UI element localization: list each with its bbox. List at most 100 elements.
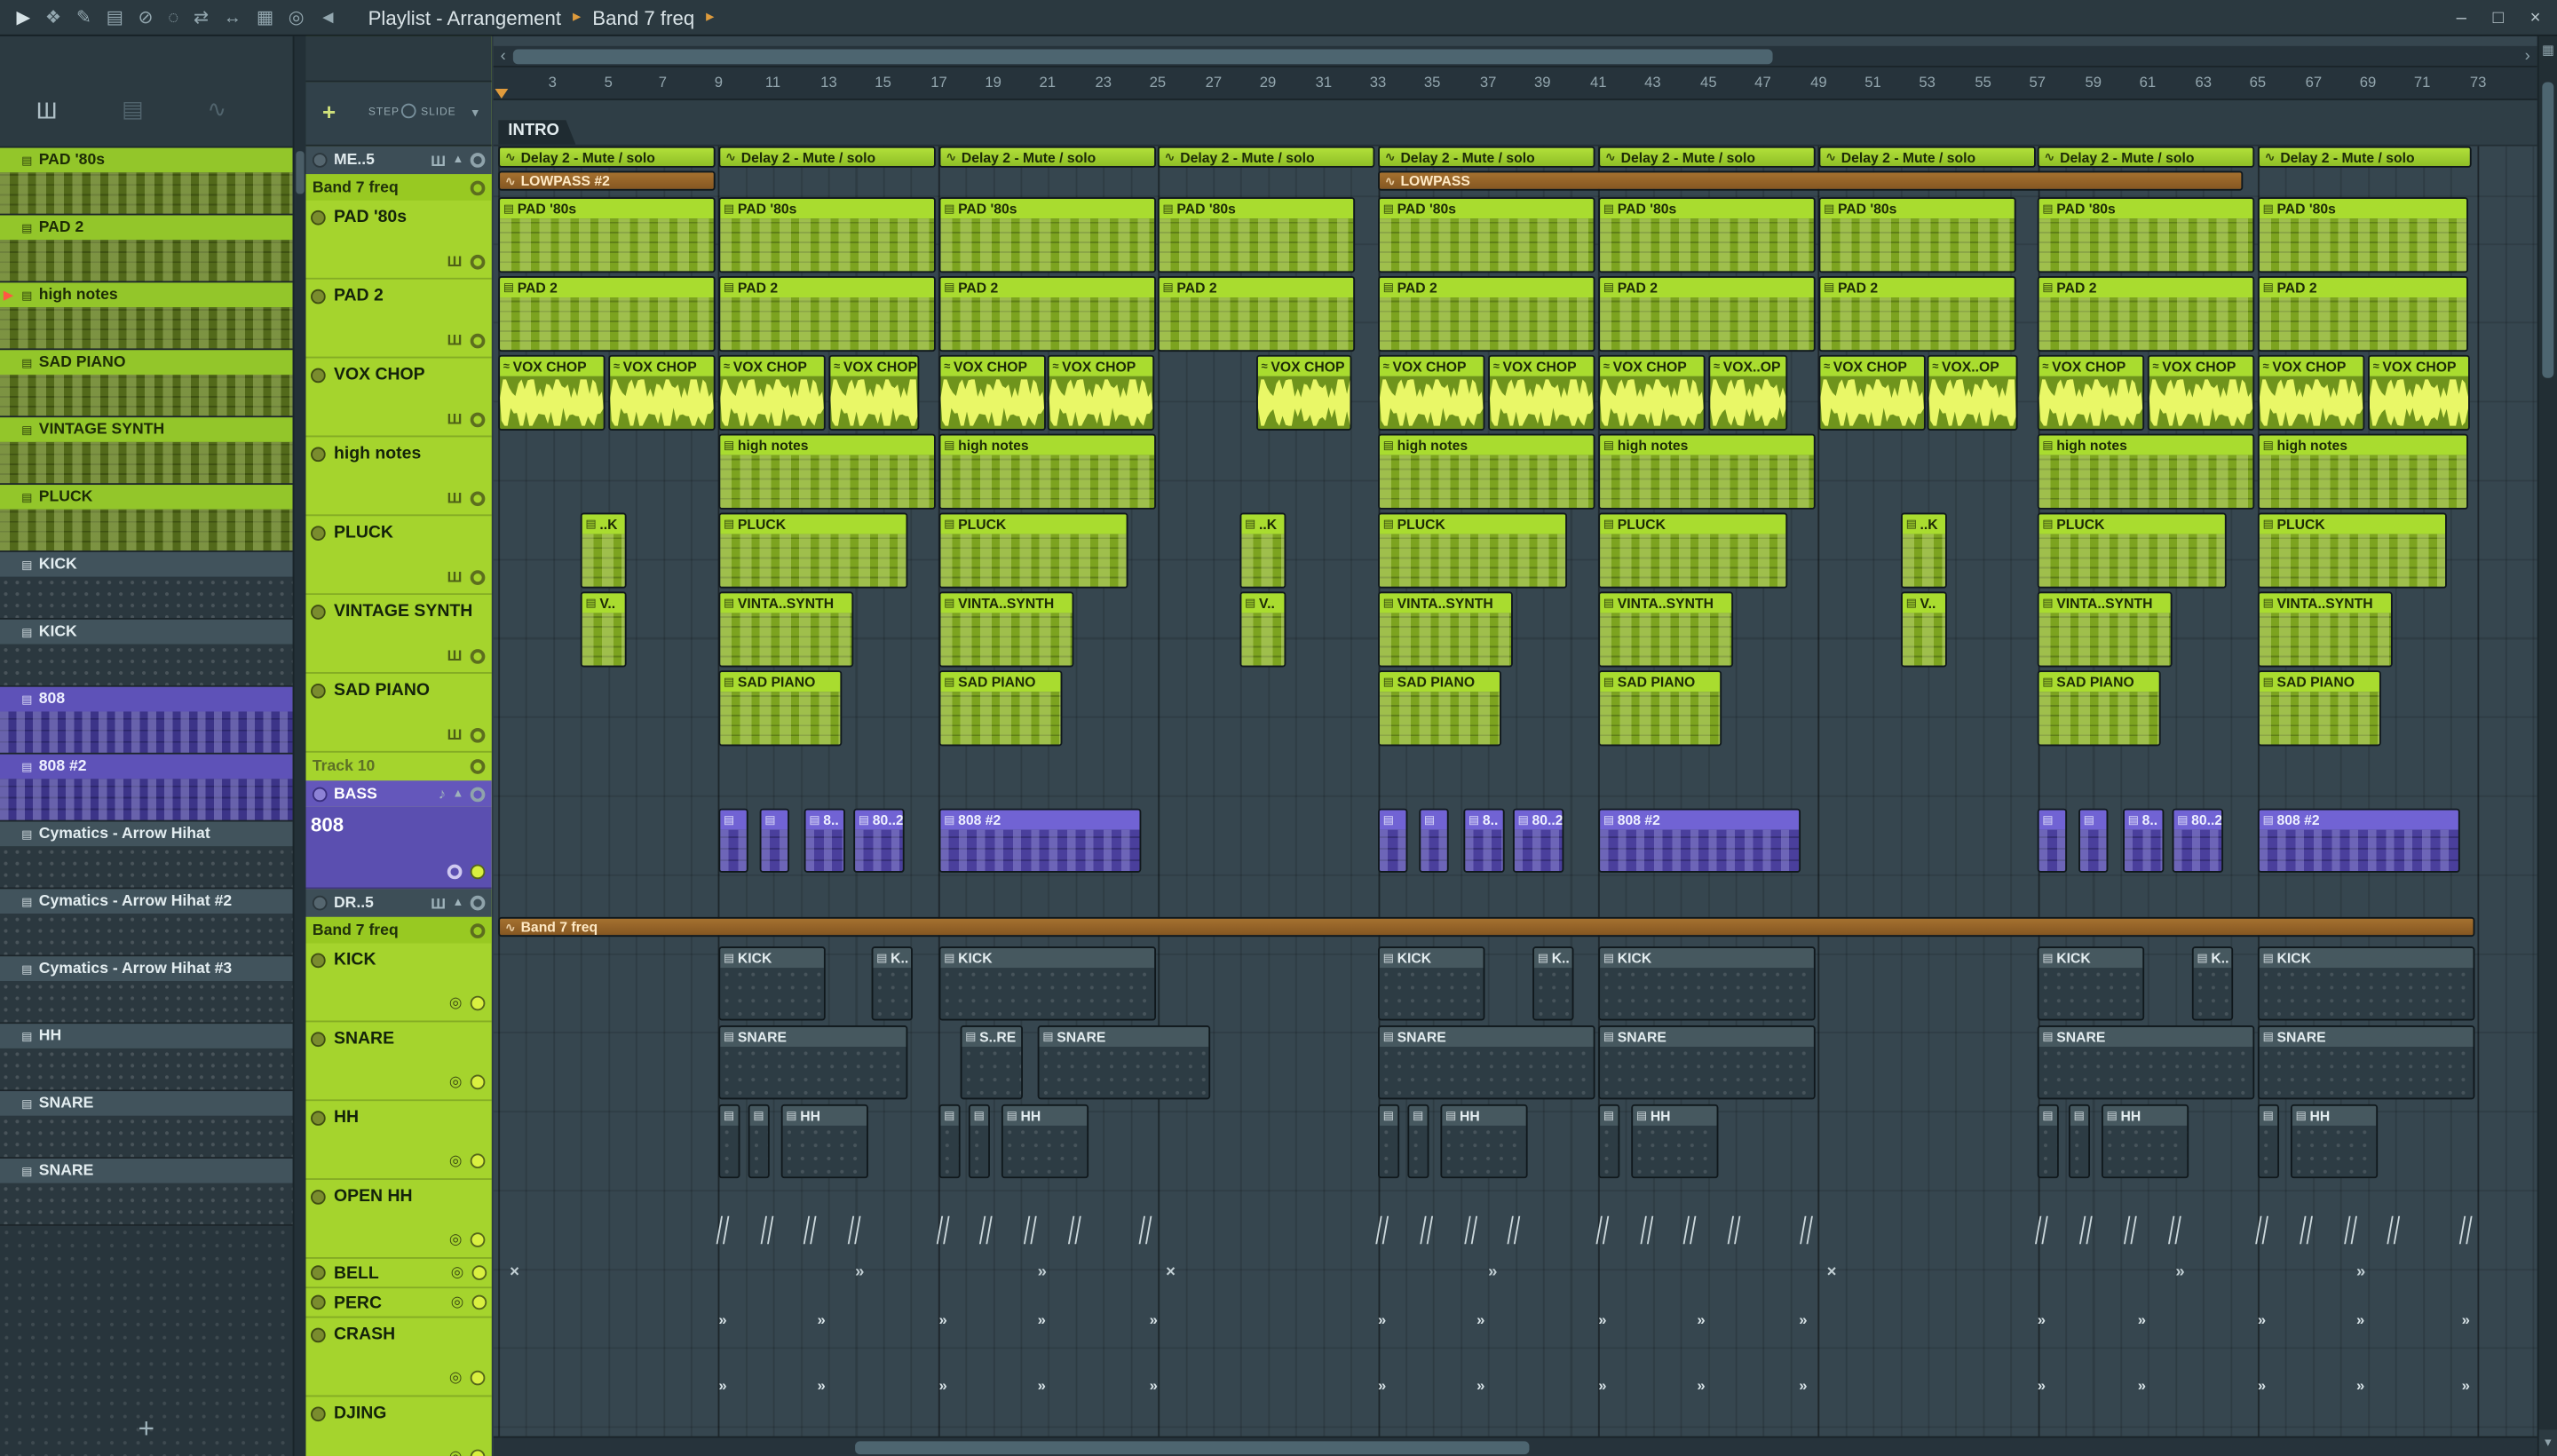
clip-hh[interactable]: ▤ HH: [2290, 1104, 2379, 1179]
clip-pad-80s[interactable]: ▤ PAD '80s: [1378, 197, 1595, 273]
clip-header[interactable]: ▤ 808 #2: [1600, 810, 1800, 830]
clip-hh[interactable]: ▤: [2068, 1104, 2091, 1179]
pattern-item[interactable]: ▤ 808: [0, 686, 293, 755]
channel-led[interactable]: [470, 1074, 486, 1090]
mute-led[interactable]: [311, 1110, 326, 1126]
pattern-item-header[interactable]: ▤ Cymatics - Arrow Hihat #3: [0, 956, 293, 982]
hit-mark[interactable]: [1640, 1215, 1654, 1245]
clip-bass-808[interactable]: ▤: [759, 808, 790, 873]
clip-header[interactable]: ▤ KICK: [940, 948, 1155, 969]
clip-header[interactable]: ▤ PLUCK: [720, 514, 906, 534]
clip-kick[interactable]: ▤ KICK: [938, 946, 1157, 1021]
clip-header[interactable]: ▤ PAD 2: [500, 277, 714, 298]
speaker-icon[interactable]: ◄: [319, 0, 336, 36]
roll-mark[interactable]: »: [1476, 1377, 1484, 1394]
roll-mark[interactable]: »: [1378, 1311, 1386, 1328]
rack-channel[interactable]: BELL ◎: [305, 1259, 492, 1289]
clip-header[interactable]: ▤ HH: [1633, 1105, 1717, 1126]
group-target-ring[interactable]: [470, 786, 486, 802]
roll-mark[interactable]: »: [1799, 1311, 1807, 1328]
clip-pad-80s[interactable]: ▤ PAD '80s: [1598, 197, 1816, 273]
vertical-scrollbar[interactable]: ▦ ▾: [2537, 36, 2557, 1456]
rack-channel[interactable]: VOX CHOP Ш: [305, 359, 492, 438]
clip-hh[interactable]: ▤ HH: [1001, 1104, 1089, 1179]
pattern-item-preview[interactable]: [0, 846, 293, 888]
roll-mark[interactable]: »: [2462, 1311, 2470, 1328]
pattern-item[interactable]: ▤ PAD 2: [0, 215, 293, 283]
clip-bass-808[interactable]: ▤ 80..2: [1512, 808, 1564, 873]
clip-pad-2[interactable]: ▤ PAD 2: [498, 275, 716, 352]
rack-channel[interactable]: OPEN HH ◎: [305, 1180, 492, 1259]
rack-channel[interactable]: high notes Ш: [305, 437, 492, 517]
roll-mark[interactable]: »: [1598, 1311, 1606, 1328]
target-ring[interactable]: [470, 490, 486, 506]
target-ring[interactable]: [470, 411, 486, 427]
clip-pluck[interactable]: ▤ ..K: [1901, 512, 1947, 589]
clip-delay-automation[interactable]: ∿ Delay 2 - Mute / solo: [1818, 146, 2036, 168]
clip-kick[interactable]: ▤ KICK: [1598, 946, 1816, 1021]
hit-mark[interactable]: [2123, 1215, 2137, 1245]
clip-header[interactable]: ▤ HH: [1002, 1105, 1088, 1126]
clip-vox-chop[interactable]: ≈ VOX CHOP: [2037, 354, 2145, 431]
hit-mark[interactable]: [1138, 1215, 1152, 1245]
mute-led[interactable]: [311, 604, 326, 619]
clip-delay-automation[interactable]: ∿ Delay 2 - Mute / solo: [2037, 146, 2255, 168]
playlist-grid[interactable]: ∿ Delay 2 - Mute / solo ∿ Delay 2 - Mute / …: [493, 146, 2537, 1456]
clip-header[interactable]: ▤ SAD PIANO: [720, 672, 841, 692]
repeat-mark[interactable]: »: [2175, 1263, 2184, 1281]
rack-options-caret[interactable]: ▾: [472, 105, 479, 120]
clip-pad-80s[interactable]: ▤ PAD '80s: [2037, 197, 2255, 273]
clip-header[interactable]: ▤: [940, 1105, 959, 1126]
pattern-item-preview[interactable]: [0, 172, 293, 214]
mute-mark[interactable]: ×: [1827, 1263, 1837, 1281]
roll-mark[interactable]: »: [1378, 1377, 1386, 1394]
roll-mark[interactable]: »: [1799, 1377, 1807, 1394]
mute-led[interactable]: [312, 786, 328, 802]
pattern-list-scrollbar[interactable]: [292, 36, 306, 1456]
clip-header[interactable]: ▤ PAD '80s: [720, 198, 934, 219]
clip-pluck[interactable]: ▤ PLUCK: [1378, 512, 1568, 589]
pattern-item-header[interactable]: ▤ HH: [0, 1024, 293, 1048]
hit-mark[interactable]: [760, 1215, 774, 1245]
clip-header[interactable]: ▤ VINTA..SYNTH: [2038, 593, 2171, 613]
step-mode-label[interactable]: STEP: [368, 107, 400, 118]
channel-led[interactable]: [470, 1232, 486, 1247]
automation-icon[interactable]: ∿: [207, 95, 226, 123]
clip-header[interactable]: ▤: [970, 1105, 989, 1126]
pattern-item-header[interactable]: ▤ SAD PIANO: [0, 350, 293, 376]
mute-led[interactable]: [311, 288, 326, 304]
pattern-item-header[interactable]: ▤ SNARE: [0, 1158, 293, 1183]
bottom-scrollbar[interactable]: [493, 1436, 2537, 1456]
channel-led[interactable]: [470, 1153, 486, 1169]
pattern-item-preview[interactable]: [0, 914, 293, 955]
step-seq-icon[interactable]: Ш: [36, 97, 58, 123]
pattern-item-preview[interactable]: [0, 441, 293, 484]
step-slide-knob[interactable]: [400, 103, 416, 119]
clip-header[interactable]: ▤: [2079, 810, 2107, 830]
mute-led[interactable]: [312, 153, 328, 168]
clip-hh[interactable]: ▤ HH: [1631, 1104, 1719, 1179]
clip-header[interactable]: ▤ PLUCK: [2259, 514, 2446, 534]
clip-lowpass-automation[interactable]: ∿ LOWPASS: [1378, 170, 2244, 191]
clip-header[interactable]: ▤ PAD 2: [2038, 277, 2253, 298]
clip-header[interactable]: ▤: [1421, 810, 1447, 830]
pattern-item-header[interactable]: ▤ high notes: [0, 282, 293, 308]
clip-delay-automation[interactable]: ∿ Delay 2 - Mute / solo: [1157, 146, 1375, 168]
clip-header[interactable]: ≈ VOX CHOP: [830, 356, 918, 376]
clip-high-notes[interactable]: ▤ high notes: [2257, 433, 2469, 510]
clip-sad-piano[interactable]: ▤ SAD PIANO: [938, 670, 1063, 747]
pattern-item-preview[interactable]: [0, 509, 293, 551]
clip-header[interactable]: ▤ HH: [2292, 1105, 2377, 1126]
clip-header[interactable]: ▤: [720, 1105, 739, 1126]
clip-pad-2[interactable]: ▤ PAD 2: [1818, 275, 2016, 352]
pattern-item-preview[interactable]: [0, 240, 293, 281]
clip-hh[interactable]: ▤: [718, 1104, 740, 1179]
clip-header[interactable]: ▤ K..: [873, 948, 912, 969]
clip-high-notes[interactable]: ▤ high notes: [718, 433, 936, 510]
clip-hh[interactable]: ▤: [938, 1104, 961, 1179]
clip-header[interactable]: ▤ SAD PIANO: [1600, 672, 1721, 692]
clip-vox-chop[interactable]: ≈ VOX CHOP: [498, 354, 606, 431]
pattern-item[interactable]: ▶ ▤ high notes: [0, 282, 293, 351]
rack-channel-track10[interactable]: Track 10: [305, 753, 491, 780]
clip-header[interactable]: ▤ KICK: [2038, 948, 2143, 969]
